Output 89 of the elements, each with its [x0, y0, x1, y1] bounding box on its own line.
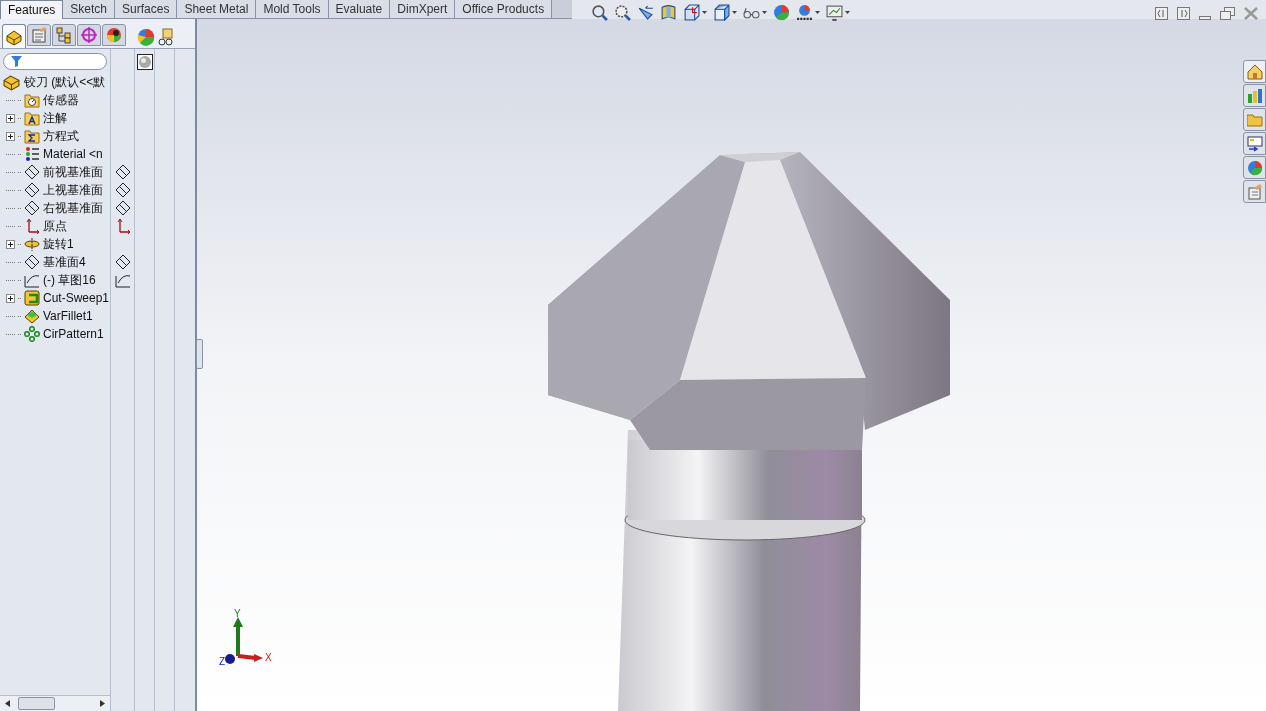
- sweep-cut-icon: [24, 290, 40, 306]
- tree-item[interactable]: 基准面4: [43, 253, 86, 271]
- previous-view-icon[interactable]: [637, 4, 654, 21]
- crosshair-icon: [80, 26, 98, 44]
- sphere-icon[interactable]: [136, 54, 153, 70]
- expand-icon[interactable]: [6, 131, 15, 141]
- tile-left-icon[interactable]: [1155, 7, 1168, 20]
- custom-properties-tab[interactable]: [1243, 180, 1266, 203]
- display-ball-icon: [105, 26, 123, 44]
- dropdown-caret-icon[interactable]: [732, 11, 737, 14]
- plane-icon: [24, 200, 40, 216]
- gauge-folder-icon: [24, 92, 40, 108]
- tree-item[interactable]: 前视基准面: [43, 163, 103, 181]
- dropdown-caret-icon[interactable]: [702, 11, 707, 14]
- tree-item[interactable]: 右视基准面: [43, 199, 103, 217]
- appearance-icon[interactable]: [137, 28, 155, 46]
- origin-icon: [24, 218, 40, 234]
- command-tab[interactable]: Evaluate: [328, 0, 391, 18]
- shaded-cube-icon[interactable]: [713, 4, 730, 21]
- scroll-right-icon[interactable]: [100, 700, 105, 707]
- axis-z-label: Z: [219, 657, 226, 667]
- command-tab[interactable]: Features: [0, 0, 64, 19]
- manager-tab[interactable]: [102, 24, 126, 46]
- horizontal-scrollbar[interactable]: [0, 695, 110, 711]
- tree-item[interactable]: (-) 草图16: [43, 271, 96, 289]
- tree-item[interactable]: CirPattern1: [43, 325, 104, 343]
- plane-icon: [24, 182, 40, 198]
- tree-item[interactable]: 传感器: [43, 91, 79, 109]
- circular-pattern-icon: [24, 326, 40, 342]
- tree-item[interactable]: 上视基准面: [43, 181, 103, 199]
- restore-icon[interactable]: [1220, 7, 1235, 20]
- scene-ball-icon[interactable]: [796, 4, 813, 21]
- expand-icon[interactable]: [6, 113, 15, 123]
- tree-item[interactable]: 原点: [43, 217, 67, 235]
- tile-right-icon[interactable]: [1177, 7, 1190, 20]
- expand-icon[interactable]: [6, 239, 15, 249]
- filter-icon: [11, 56, 22, 67]
- zoom-area-icon[interactable]: [614, 4, 631, 21]
- home-tab[interactable]: [1243, 60, 1266, 83]
- monitor-icon[interactable]: [826, 4, 843, 21]
- command-tab[interactable]: Mold Tools: [256, 0, 329, 18]
- expand-icon[interactable]: [6, 293, 15, 303]
- folder-icon: [1246, 112, 1263, 127]
- fillet-icon: [24, 308, 40, 324]
- command-tab[interactable]: DimXpert: [390, 0, 456, 18]
- color-ball-icon[interactable]: [773, 4, 790, 21]
- property-sheet-icon: [30, 26, 48, 44]
- house-icon: [1246, 63, 1263, 80]
- tree-item[interactable]: 注解: [43, 109, 67, 127]
- color-ball-icon: [1246, 159, 1263, 176]
- view-cube-icon[interactable]: [683, 4, 700, 21]
- command-tab[interactable]: Office Products: [455, 0, 553, 18]
- appearances-tab[interactable]: [1243, 156, 1266, 179]
- filter-field[interactable]: [3, 53, 107, 70]
- part-icon: [3, 73, 20, 91]
- books-icon: [1246, 87, 1263, 104]
- scroll-thumb[interactable]: [18, 697, 55, 710]
- tree-item[interactable]: Cut-Sweep1: [43, 289, 110, 307]
- tree-item[interactable]: Material <n: [43, 145, 103, 163]
- axis-x-label: X: [265, 653, 272, 663]
- annotation-folder-icon: [24, 110, 40, 126]
- section-view-icon[interactable]: [660, 4, 677, 21]
- sigma-folder-icon: [24, 128, 40, 144]
- tree-item[interactable]: VarFillet1: [43, 307, 93, 325]
- palette-icon: [1246, 135, 1263, 152]
- command-tab[interactable]: Surfaces: [115, 0, 178, 18]
- panel-collapse-handle[interactable]: [196, 339, 203, 369]
- axis-y-label: Y: [234, 609, 241, 619]
- scene-icon[interactable]: [158, 28, 174, 46]
- manager-tab[interactable]: [2, 24, 26, 48]
- scroll-left-icon[interactable]: [5, 700, 10, 707]
- configuration-icon: [55, 26, 73, 44]
- material-icon: [24, 146, 40, 162]
- library-tab[interactable]: [1243, 84, 1266, 107]
- plane-icon: [24, 164, 40, 180]
- tree-item[interactable]: 旋转1: [43, 235, 74, 253]
- revolve-icon: [24, 236, 40, 252]
- command-tab[interactable]: Sketch: [63, 0, 116, 18]
- command-tab[interactable]: Sheet Metal: [177, 0, 257, 18]
- clipboard-hand-icon: [1246, 183, 1263, 200]
- tree-item[interactable]: 方程式: [43, 127, 79, 145]
- plane-icon: [24, 254, 40, 270]
- dropdown-caret-icon[interactable]: [815, 11, 820, 14]
- view-palette-tab[interactable]: [1243, 132, 1266, 155]
- sketch-icon: [24, 272, 40, 288]
- dropdown-caret-icon[interactable]: [845, 11, 850, 14]
- tree-item[interactable]: 铰刀 (默认<<默: [24, 73, 106, 91]
- zoom-to-fit-icon[interactable]: [591, 4, 608, 21]
- dropdown-caret-icon[interactable]: [762, 11, 767, 14]
